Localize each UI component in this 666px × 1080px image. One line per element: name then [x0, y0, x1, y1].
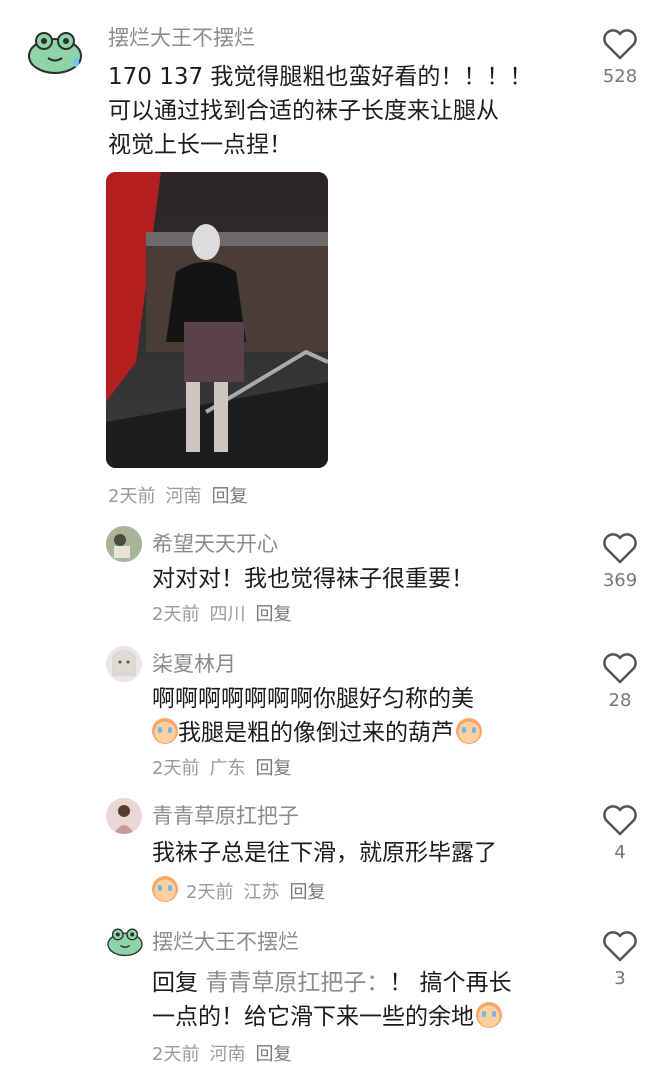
like-count: 528 — [602, 66, 638, 87]
reply-prefix: 回复 — [152, 970, 198, 996]
content-line: 啊啊啊啊啊啊啊你腿好匀称的美 — [152, 686, 474, 712]
commenter-name[interactable]: 摆烂大王不摆烂 — [108, 22, 255, 52]
crying-face-emoji — [152, 876, 178, 902]
reply-button[interactable]: 回复 — [255, 604, 291, 625]
avatar-image — [106, 526, 142, 562]
comment-location: 江苏 — [243, 882, 280, 903]
crying-face-emoji — [152, 718, 178, 744]
avatar-image — [106, 798, 142, 834]
comment-meta: 2天前 江苏 回复 — [152, 876, 335, 904]
reply-button[interactable]: 回复 — [289, 882, 325, 903]
photo-image — [106, 172, 328, 468]
comment-meta: 2天前 四川 回复 — [152, 600, 301, 626]
avatar[interactable] — [106, 798, 142, 834]
content-line: 我袜子总是往下滑，就原形毕露了 — [152, 840, 497, 866]
content-line: 170 137 我觉得腿粗也蛮好看的！！！！ — [108, 64, 533, 90]
heart-outline-icon — [603, 29, 637, 60]
like-button[interactable]: 369 — [600, 532, 640, 591]
comment-time: 2天前 — [186, 882, 234, 903]
like-button[interactable]: 4 — [600, 804, 640, 863]
reply-target[interactable]: 青青草原扛把子： — [205, 970, 389, 996]
comment-time: 2天前 — [108, 486, 156, 507]
content-line: 对对对！我也觉得袜子很重要！ — [152, 566, 474, 592]
like-button[interactable]: 3 — [600, 930, 640, 989]
content-line: 我腿是粗的像倒过来的葫芦 — [178, 720, 454, 746]
comment-meta: 2天前 河南 回复 — [108, 482, 257, 508]
like-count: 4 — [614, 842, 626, 863]
avatar-frog[interactable] — [26, 22, 84, 80]
like-count: 28 — [608, 690, 632, 711]
comment-time: 2天前 — [152, 1044, 200, 1065]
commenter-name[interactable]: 摆烂大王不摆烂 — [152, 926, 299, 956]
like-count: 3 — [614, 968, 626, 989]
frog-avatar-icon — [106, 922, 144, 960]
heart-outline-icon — [603, 931, 637, 962]
avatar[interactable] — [106, 526, 142, 562]
comment-location: 河南 — [165, 486, 202, 507]
avatar-image — [106, 646, 142, 682]
comment-location: 四川 — [209, 604, 246, 625]
avatar[interactable] — [106, 646, 142, 682]
comment-location: 河南 — [209, 1044, 246, 1065]
comment-meta: 2天前 广东 回复 — [152, 754, 301, 780]
content-line: 可以通过找到合适的袜子长度来让腿从 — [108, 98, 499, 124]
reply-button[interactable]: 回复 — [255, 1044, 291, 1065]
sad-face-emoji — [476, 1002, 502, 1028]
avatar-frog[interactable] — [106, 922, 144, 960]
comment-location: 广东 — [209, 758, 246, 779]
comment-content: 回复 青青草原扛把子：！ 搞个再长 一点的！给它滑下来一些的余地 — [152, 966, 512, 1034]
comment-content: 啊啊啊啊啊啊啊你腿好匀称的美 我腿是粗的像倒过来的葫芦 — [152, 682, 482, 750]
reply-button[interactable]: 回复 — [255, 758, 291, 779]
comment-photo[interactable] — [106, 172, 328, 468]
commenter-name[interactable]: 青青草原扛把子 — [152, 800, 299, 830]
reply-button[interactable]: 回复 — [211, 486, 247, 507]
commenter-name[interactable]: 希望天天开心 — [152, 528, 278, 558]
like-button[interactable]: 28 — [600, 652, 640, 711]
heart-outline-icon — [603, 805, 637, 836]
heart-outline-icon — [603, 653, 637, 684]
comment-meta: 2天前 河南 回复 — [152, 1040, 301, 1066]
like-count: 369 — [602, 570, 638, 591]
heart-outline-icon — [603, 533, 637, 564]
like-button[interactable]: 528 — [600, 28, 640, 87]
commenter-name[interactable]: 柒夏林月 — [152, 648, 236, 678]
content-line: 视觉上长一点捏！ — [108, 132, 292, 158]
content-line: 一点的！给它滑下来一些的余地 — [152, 1004, 474, 1030]
comment-time: 2天前 — [152, 604, 200, 625]
comment-content: 170 137 我觉得腿粗也蛮好看的！！！！ 可以通过找到合适的袜子长度来让腿从… — [108, 60, 532, 162]
content-line: ！ 搞个再长 — [389, 970, 512, 996]
sad-face-emoji — [456, 718, 482, 744]
comment-time: 2天前 — [152, 758, 200, 779]
frog-avatar-icon — [26, 22, 84, 80]
